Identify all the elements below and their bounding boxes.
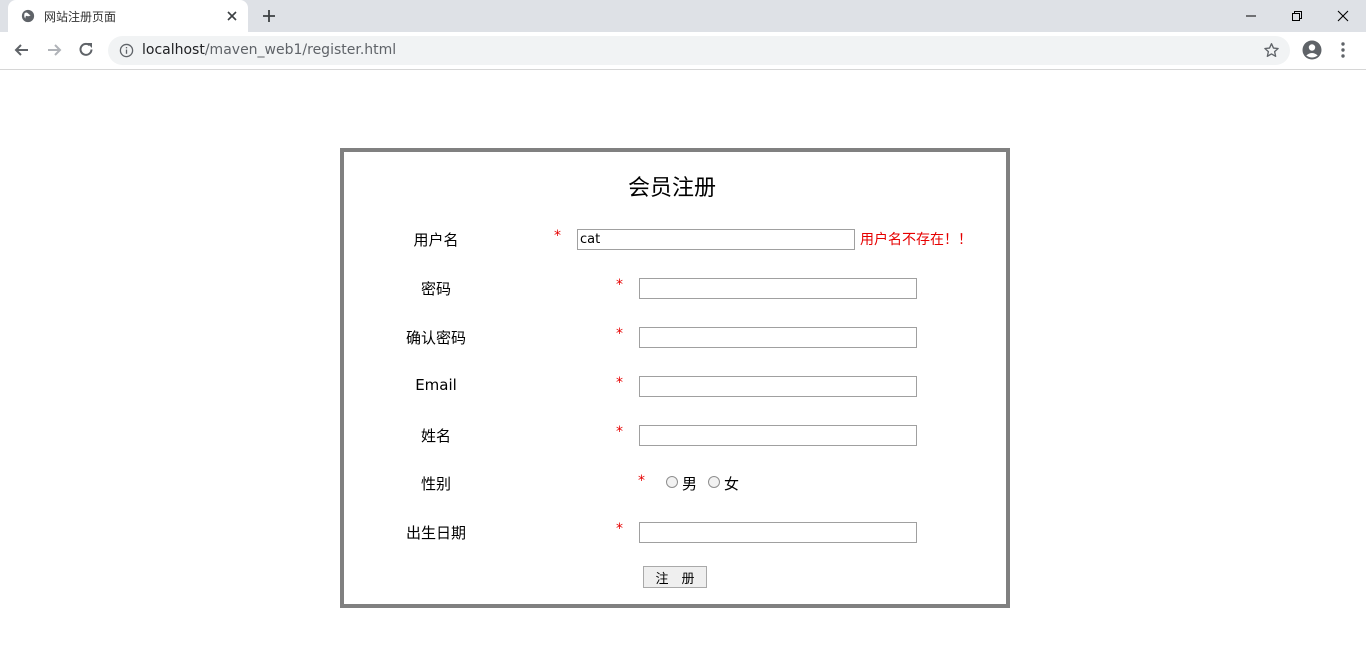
required-mark: * [616,326,623,342]
minimize-icon [1246,15,1256,17]
confirm-password-label: 确认密码 [405,329,466,347]
required-mark: * [638,473,645,489]
tab-title: 网站注册页面 [44,10,117,24]
url-host: localhost [142,42,205,58]
profile-avatar-icon[interactable] [1302,40,1322,60]
globe-icon [21,9,35,23]
more-menu-icon[interactable] [1337,41,1349,59]
bookmark-star-icon[interactable] [1263,42,1280,59]
required-mark: * [616,521,623,537]
restore-icon [1292,11,1302,21]
email-label: Email [415,376,457,394]
register-button[interactable]: 注 册 [643,566,707,588]
required-mark: * [616,277,623,293]
username-input[interactable] [577,229,855,250]
email-input[interactable] [639,376,917,397]
forward-icon[interactable] [44,40,64,60]
browser-tab[interactable]: 网站注册页面 [8,0,248,32]
url-text: localhost/maven_web1/register.html [142,42,396,58]
register-form: 会员注册 用户名 * 用户名不存在！！ 密码 * 确认密码 * Email * … [340,148,1010,608]
name-label: 姓名 [420,427,451,445]
required-mark: * [616,424,623,440]
username-error: 用户名不存在！！ [860,232,972,248]
username-label: 用户名 [413,231,459,249]
gender-female-radio[interactable] [708,476,720,488]
close-tab-icon[interactable] [225,9,239,23]
tab-strip: 网站注册页面 [0,0,1366,32]
back-icon[interactable] [12,40,32,60]
confirm-password-input[interactable] [639,327,917,348]
gender-male-radio[interactable] [666,476,678,488]
password-input[interactable] [639,278,917,299]
minimize-button[interactable] [1228,0,1274,32]
form-title: 会员注册 [627,176,716,201]
required-mark: * [616,375,623,391]
gender-male-label[interactable]: 男 [682,473,697,494]
name-input[interactable] [639,425,917,446]
gender-female-label[interactable]: 女 [724,473,739,494]
required-mark: * [554,228,561,244]
password-label: 密码 [420,280,451,298]
info-icon[interactable] [119,43,134,58]
close-window-button[interactable] [1320,0,1366,32]
address-bar[interactable]: localhost/maven_web1/register.html [108,36,1290,65]
close-icon [1337,10,1349,22]
reload-icon[interactable] [76,40,96,60]
birthdate-input[interactable] [639,522,917,543]
url-path: /maven_web1/register.html [204,42,397,58]
birthdate-label: 出生日期 [405,524,466,542]
restore-button[interactable] [1274,0,1320,32]
new-tab-icon[interactable] [261,8,277,24]
gender-label: 性别 [420,475,451,493]
browser-toolbar: localhost/maven_web1/register.html [0,32,1366,70]
